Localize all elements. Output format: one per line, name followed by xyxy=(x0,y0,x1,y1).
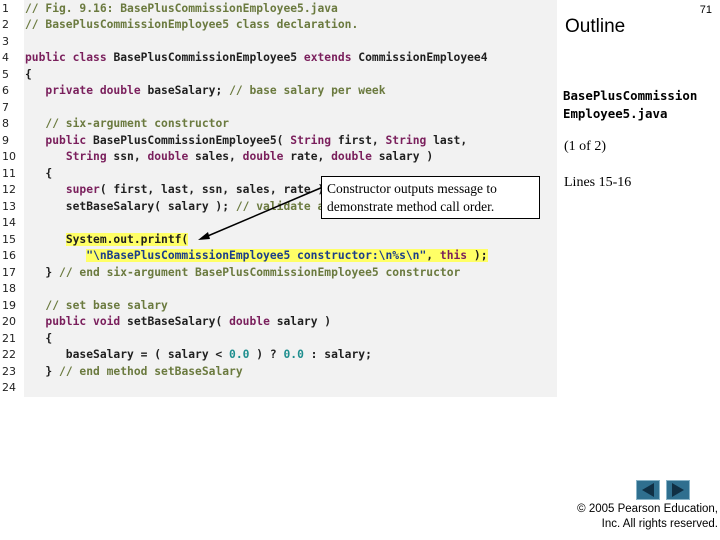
line-number: 5 xyxy=(2,67,9,81)
code-text: String ssn, double sales, double rate, d… xyxy=(65,150,434,163)
code-text: } // end method setBaseSalary xyxy=(25,364,243,378)
code-line: 20 public void setBaseSalary( double sal… xyxy=(0,314,557,331)
line-number: 4 xyxy=(2,51,9,64)
code-line: 1 // Fig. 9.16: BasePlusCommissionEmploye… xyxy=(0,1,557,18)
line-number: 19 xyxy=(2,298,16,312)
next-slide-button[interactable] xyxy=(666,480,690,500)
code-line: 23 } // end method setBaseSalary xyxy=(0,364,557,381)
callout-arrow xyxy=(198,186,324,240)
code-line: 24 xyxy=(0,380,557,397)
code-line: 4 public class BasePlusCommissionEmployee… xyxy=(0,50,557,67)
copyright-line-1: © 2005 Pearson Education, xyxy=(577,503,718,515)
line-number: 20 xyxy=(2,315,16,328)
code-text: public void setBaseSalary( double salary… xyxy=(45,315,332,328)
code-text: // BasePlusCommissionEmployee5 class dec… xyxy=(25,18,359,31)
filename-label: BasePlusCommission Employee5.java xyxy=(563,88,698,121)
code-text: // six-argument constructor xyxy=(45,117,230,130)
code-line: 7 xyxy=(0,100,557,117)
code-text: // set base salary xyxy=(45,298,168,312)
slide-number: 71 xyxy=(699,4,712,16)
code-line: 17 } // end six-argument BasePlusCommiss… xyxy=(0,265,557,282)
code-text: public BasePlusCommissionEmployee5( Stri… xyxy=(45,133,468,147)
line-number: 3 xyxy=(2,34,9,48)
triangle-left-icon xyxy=(642,483,654,497)
code-text: "\nBasePlusCommissionEmployee5 construct… xyxy=(86,249,488,262)
line-number: 22 xyxy=(2,348,16,361)
code-text: { xyxy=(25,166,53,180)
line-number: 10 xyxy=(2,150,16,163)
code-text: baseSalary = ( salary < 0.0 ) ? 0.0 : sa… xyxy=(25,348,372,361)
code-line: 5{ xyxy=(0,67,557,84)
line-number: 7 xyxy=(2,100,9,114)
callout-box: Constructor outputs message to demonstra… xyxy=(321,176,540,219)
code-line: 9 public BasePlusCommissionEmployee5( St… xyxy=(0,133,557,150)
line-number: 8 xyxy=(2,117,9,130)
code-line: 16 "\nBasePlusCommissionEmployee5 constr… xyxy=(0,248,557,265)
lines-note: Lines 15-16 xyxy=(564,175,632,190)
line-number: 11 xyxy=(2,166,16,180)
code-text: { xyxy=(25,331,53,345)
triangle-right-icon xyxy=(672,483,684,497)
copyright-notice: © 2005 Pearson Education, Inc. All right… xyxy=(562,502,718,532)
line-number: 2 xyxy=(2,18,9,31)
line-number: 9 xyxy=(2,133,9,147)
code-line: 10 String ssn, double sales, double rate… xyxy=(0,149,557,166)
code-line: 2 // BasePlusCommissionEmployee5 class de… xyxy=(0,17,557,34)
code-line: 21 { xyxy=(0,331,557,348)
line-number: 15 xyxy=(2,232,16,246)
line-number: 6 xyxy=(2,84,9,97)
code-text: } // end six-argument BasePlusCommission… xyxy=(25,265,461,279)
copyright-line-2: Inc. All rights reserved. xyxy=(601,518,718,530)
page-indicator: (1 of 2) xyxy=(564,139,606,154)
line-number: 21 xyxy=(2,331,16,345)
line-number: 17 xyxy=(2,265,16,279)
code-line: 8 // six-argument constructor xyxy=(0,116,557,133)
code-line: 18 xyxy=(0,281,557,298)
code-line: 19 // set base salary xyxy=(0,298,557,315)
line-number: 23 xyxy=(2,364,16,378)
line-number: 13 xyxy=(2,199,16,213)
code-text: // Fig. 9.16: BasePlusCommissionEmployee… xyxy=(25,1,338,15)
line-number: 1 xyxy=(2,1,9,15)
code-line: 3 xyxy=(0,34,557,51)
code-text: { xyxy=(25,67,32,81)
code-line: 6 private double baseSalary; // base sal… xyxy=(0,83,557,100)
code-line: 22 baseSalary = ( salary < 0.0 ) ? 0.0 :… xyxy=(0,347,557,364)
outline-title: Outline xyxy=(565,16,626,37)
code-text: private double baseSalary; // base salar… xyxy=(45,84,386,97)
code-text: System.out.printf( xyxy=(65,232,189,246)
line-number: 24 xyxy=(2,381,16,394)
line-number: 18 xyxy=(2,282,16,295)
line-number: 14 xyxy=(2,216,16,229)
code-text: public class BasePlusCommissionEmployee5… xyxy=(25,51,488,64)
previous-slide-button[interactable] xyxy=(636,480,660,500)
slide-navigation xyxy=(636,480,692,500)
line-number: 12 xyxy=(2,183,16,196)
line-number: 16 xyxy=(2,249,16,262)
